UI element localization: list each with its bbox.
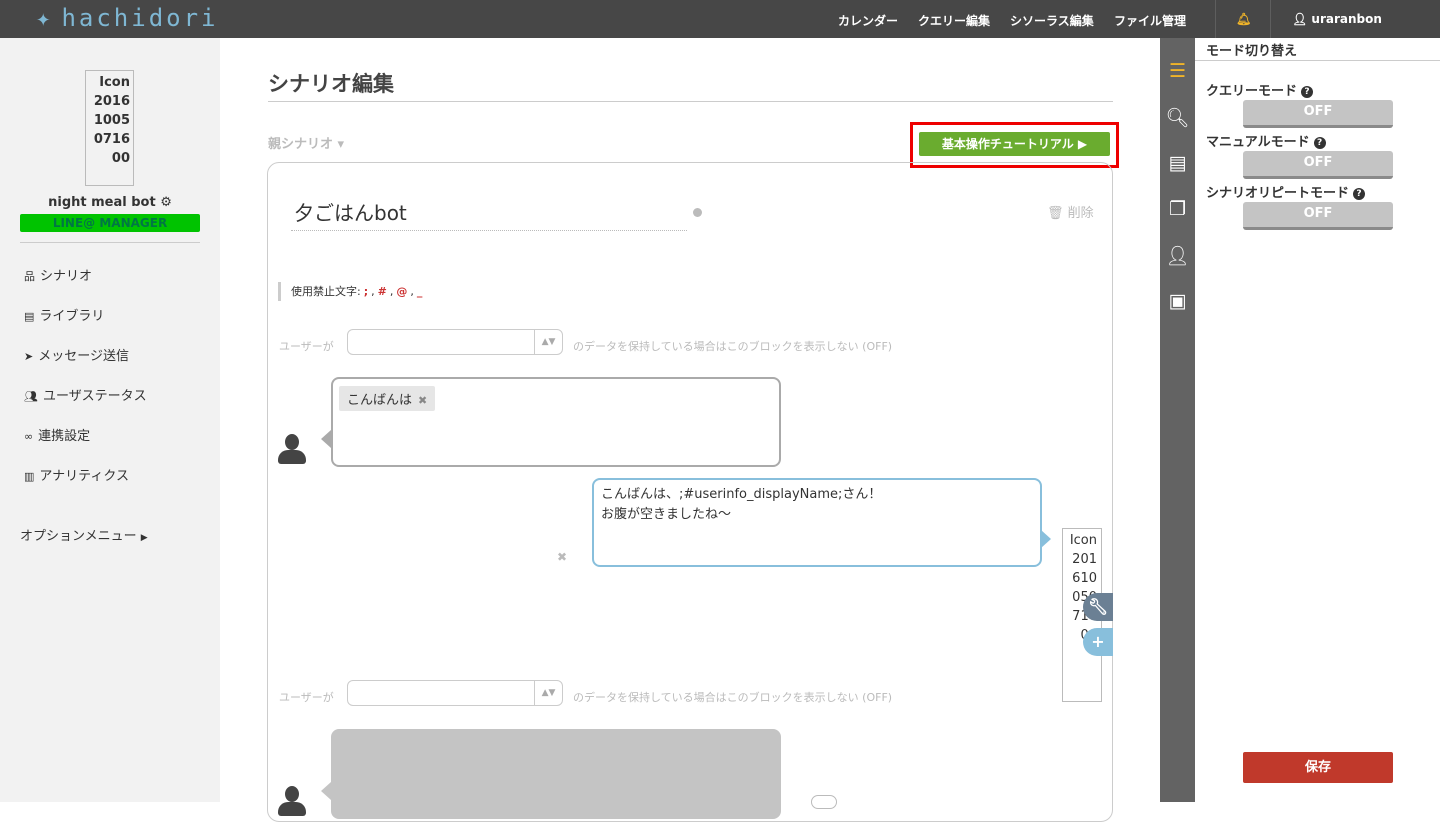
bot-name[interactable]: night meal bot ⚙: [0, 195, 220, 210]
bell-icon[interactable]: 🔔︎: [1236, 12, 1251, 26]
remove-icon[interactable]: ✖: [557, 550, 567, 564]
user-icon: [278, 434, 306, 466]
panel-title: モード切り替え: [1206, 44, 1298, 59]
query-mode-toggle[interactable]: OFF: [1243, 100, 1393, 128]
tutorial-button[interactable]: 基本操作チュートリアル ▶: [919, 132, 1110, 156]
nav-thesaurus-edit[interactable]: シソーラス編集: [1010, 12, 1094, 29]
book-icon: ▤: [24, 310, 35, 323]
bubble-pointer: [321, 430, 331, 448]
divider: [1270, 0, 1271, 38]
manual-mode-toggle[interactable]: OFF: [1243, 151, 1393, 179]
scenario-name-input[interactable]: 夕ごはんbot: [291, 197, 687, 231]
sitemap-icon: 品: [24, 270, 35, 283]
user-input-bubble[interactable]: こんばんは ✖: [331, 377, 781, 467]
help-icon[interactable]: ?: [1353, 188, 1366, 200]
delete-button[interactable]: 🗑︎ 削除: [1047, 202, 1094, 221]
status-dot: [693, 208, 702, 217]
tool-icon-bar: ☰ 🔍︎ ▤ ❐ 👤︎ ▣: [1160, 38, 1195, 802]
toggle[interactable]: [811, 795, 837, 809]
bot-avatar: Icon 20161005071600: [85, 70, 134, 186]
condition-select[interactable]: ▲▼: [347, 329, 563, 355]
image-icon[interactable]: ▣: [1160, 290, 1195, 312]
nav-file-management[interactable]: ファイル管理: [1114, 12, 1186, 29]
sliders-icon[interactable]: ☰: [1160, 60, 1195, 82]
plus-icon[interactable]: +: [1083, 628, 1113, 656]
logo[interactable]: ✦ hachidori: [36, 4, 219, 32]
divider: [20, 242, 200, 243]
nav-query-edit[interactable]: クエリー編集: [918, 12, 990, 29]
repeat-mode-toggle[interactable]: OFF: [1243, 202, 1393, 230]
sidebar-item-scenario[interactable]: 品シナリオ: [24, 265, 92, 284]
link-icon: ∞: [24, 430, 34, 443]
top-bar: ✦ hachidori カレンダー クエリー編集 シソーラス編集 ファイル管理 🔔…: [0, 0, 1440, 38]
remove-tag-icon[interactable]: ✖: [418, 394, 427, 407]
block-condition: ユーザーが ▲▼ のデータを保持している場合はこのブロックを表示しない (OFF…: [279, 680, 892, 706]
user-input-bubble-disabled[interactable]: [331, 729, 781, 819]
gear-icon[interactable]: ⚙: [160, 195, 172, 210]
trash-icon: 🗑︎: [1047, 206, 1064, 221]
line-manager-badge[interactable]: LINE@ MANAGER: [20, 214, 200, 232]
select-arrows-icon: ▲▼: [534, 681, 562, 705]
query-mode-label: クエリーモード?: [1206, 80, 1314, 99]
bubble-pointer: [1041, 530, 1051, 548]
page-title: シナリオ編集: [268, 72, 394, 96]
forbidden-chars-note: 使用禁止文字:;, #, @, _: [278, 282, 425, 301]
block-condition: ユーザーが ▲▼ のデータを保持している場合はこのブロックを表示しない (OFF…: [279, 329, 892, 355]
book-icon[interactable]: ▤: [1160, 152, 1195, 174]
help-icon[interactable]: ?: [1313, 137, 1326, 149]
sidebar-item-integration[interactable]: ∞ 連携設定: [24, 425, 90, 444]
divider: [268, 101, 1113, 102]
right-panel: モード切り替え クエリーモード? OFF マニュアルモード? OFF シナリオリ…: [1195, 38, 1440, 802]
sidebar-item-analytics[interactable]: ▥ アナリティクス: [24, 465, 129, 484]
search-icon[interactable]: 🔍︎: [1160, 106, 1195, 129]
save-button[interactable]: 保存: [1243, 752, 1393, 783]
help-icon[interactable]: ?: [1301, 86, 1314, 98]
paper-plane-icon: ➤: [24, 350, 34, 363]
sidebar-item-user-status[interactable]: 👥︎ ユーザステータス: [24, 385, 147, 404]
parent-scenario-dropdown[interactable]: 親シナリオ ▾: [268, 133, 344, 152]
hummingbird-icon: ✦: [36, 4, 54, 32]
options-menu[interactable]: オプションメニュー ▶: [20, 525, 148, 544]
sidebar-item-library[interactable]: ▤ ライブラリ: [24, 305, 104, 324]
copy-icon[interactable]: ❐: [1160, 198, 1195, 220]
caret-right-icon: ▶: [140, 533, 148, 543]
user-icon: 👤︎: [1292, 12, 1312, 26]
condition-select[interactable]: ▲▼: [347, 680, 563, 706]
select-arrows-icon: ▲▼: [534, 330, 562, 354]
user-menu[interactable]: 👤︎ uraranbon: [1292, 12, 1382, 26]
bar-chart-icon: ▥: [24, 470, 35, 483]
caret-down-icon: ▾: [337, 137, 345, 152]
bot-message-bubble[interactable]: こんばんは、;#userinfo_displayName;さん！ お腹が空きました…: [592, 478, 1042, 567]
repeat-mode-label: シナリオリピートモード?: [1206, 182, 1366, 201]
nav-calendar[interactable]: カレンダー: [838, 12, 898, 29]
manual-mode-label: マニュアルモード?: [1206, 131, 1326, 150]
divider: [1215, 0, 1216, 38]
users-icon: 👥︎: [24, 390, 38, 403]
user-icon[interactable]: 👤︎: [1160, 244, 1195, 267]
bubble-pointer: [321, 782, 331, 800]
wrench-icon[interactable]: 🔧︎: [1083, 593, 1113, 621]
user-icon: [278, 786, 306, 818]
sidebar-item-send-message[interactable]: ➤ メッセージ送信: [24, 345, 129, 364]
keyword-tag: こんばんは ✖: [339, 386, 436, 411]
divider: [1195, 60, 1440, 61]
